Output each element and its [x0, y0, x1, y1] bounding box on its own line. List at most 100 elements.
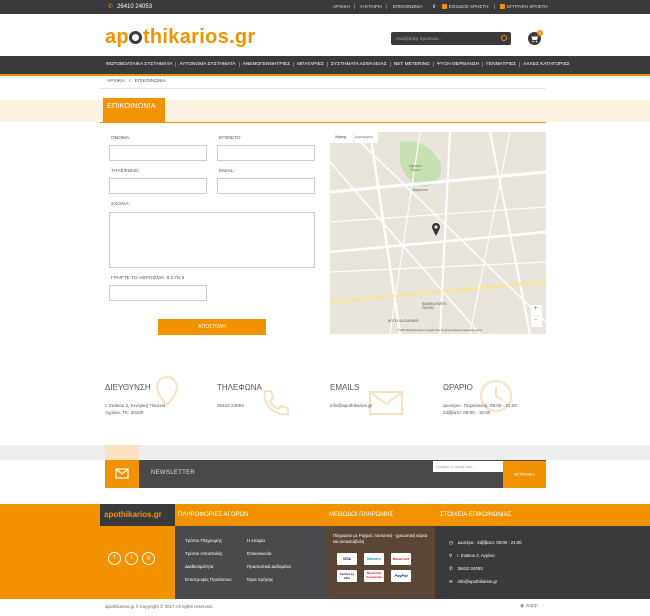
user-icon	[441, 4, 447, 10]
breadcrumb: ΑΡΧΙΚΗ / ΕΠΙΚΟΙΝΩΝΙΑ	[107, 79, 166, 84]
mail-small-icon: ✉	[449, 579, 453, 584]
phone-outline-icon	[263, 390, 289, 416]
map-tab-satellite[interactable]: Δορυφόρος	[355, 135, 373, 139]
visa-card-icon: VISA	[337, 553, 357, 565]
footer-link-privacy[interactable]: Προσωπικά Δεδομένα	[247, 560, 291, 573]
site-logo[interactable]: ap thikarios.gr	[105, 26, 255, 49]
credit-circle-icon: ◉	[520, 603, 525, 609]
title-band	[0, 100, 650, 122]
login-link[interactable]: ΕΙΣΟΔΟΣ ΧΡΗΣΤΗ	[449, 4, 489, 9]
footer-logo[interactable]: apothikarios.gr	[104, 510, 162, 519]
mastercard-icon: MasterCard	[391, 553, 411, 565]
search-input[interactable]: Αναζήτηση προιόντα...	[396, 36, 442, 41]
twitter-icon[interactable]: t	[125, 552, 138, 565]
footer-col-contact: ΣΤΟΙΧΕΙΑ ΕΠΙΚΟΙΝΩΝΙΑΣ ◷ Δευτέρα - Σάββατο…	[435, 504, 650, 599]
pin-small-icon: ⚲	[449, 553, 453, 558]
contact-email[interactable]: info@apothikarios.gr	[330, 402, 372, 409]
email-label: EMAIL:	[219, 169, 235, 174]
footer-payment-title: ΜΕΘΟΔΟΙ ΠΛΗΡΩΜΗΣ	[329, 512, 394, 518]
nav-item-wind[interactable]: ΑΝΕΜΟΓΕΝΝΗΤΡΙΕΣ	[240, 62, 295, 67]
newsletter-icon-box	[105, 460, 139, 488]
nav-item-photovoltaics[interactable]: ΦΩΤΟΒΟΛΤΑΙΚΑ ΣΥΣΤΗΜΑΤΑ	[103, 62, 177, 67]
nav-item-cooling-heating[interactable]: ΨΥΞΗ ΘΕΡΜΑΝΣΗ	[434, 62, 484, 67]
title-underline	[100, 122, 546, 123]
emails-block: EMAILS info@apothikarios.gr	[330, 380, 440, 425]
email-field[interactable]	[217, 178, 315, 194]
newsletter-subscribe-button[interactable]: ΕΓΓΡΑΦΗ	[503, 461, 546, 488]
footer-phone: 26410 24053	[457, 566, 483, 571]
send-button[interactable]: ΑΠΟΣΤΟΛΗ	[158, 319, 266, 335]
divider	[100, 88, 546, 89]
facebook-icon[interactable]: f	[108, 552, 121, 565]
hours-block: ΩΡΑΡΙΟ Δευτέρα - Παρασκευή: 09:00 - 21:0…	[443, 380, 553, 425]
phone-icon: ✆	[108, 4, 114, 10]
footer-link-company[interactable]: Η εταιρία	[247, 534, 291, 547]
footer-link-returns[interactable]: Επιστροφές Προϊόντων	[185, 573, 232, 586]
cart-button[interactable]: 0	[528, 30, 543, 45]
newsletter-email-input[interactable]: Γράψτε το email σας...	[433, 461, 503, 472]
footer-info-title: ΠΛΗΡΟΦΟΡΙΕΣ ΑΓΟΡΩΝ	[178, 512, 249, 518]
zoom-out-button[interactable]: −	[534, 317, 538, 323]
name-field[interactable]	[109, 145, 207, 161]
footer-email[interactable]: info@apothikarios.gr	[458, 579, 497, 584]
footer-link-availability[interactable]: Διαθεσιμότητα	[185, 560, 232, 573]
map-label-hotel: HOTEL ALEXANDER	[388, 319, 419, 323]
footer-col-logo: apothikarios.gr f t ◎	[0, 504, 175, 599]
phone-field[interactable]	[109, 178, 207, 194]
breadcrumb-current: ΕΠΙΚΟΙΝΩΝΙΑ	[134, 79, 166, 84]
newsletter-band	[0, 445, 650, 460]
nav-item-batteries[interactable]: ΜΠΑΤΑΡΙΕΣ	[294, 62, 328, 67]
surname-field[interactable]	[217, 145, 315, 161]
hours-title: ΩΡΑΡΙΟ	[443, 383, 473, 392]
map-label-park: Δημοτικό Πάρκο	[408, 164, 422, 172]
zoom-in-button[interactable]: +	[534, 306, 538, 312]
name-label: ΟΝΟΜΑ:	[111, 136, 131, 141]
nav-item-net-metering[interactable]: NET METERING	[391, 62, 434, 67]
nav-item-other[interactable]: ΑΛΛΕΣ ΚΑΤΗΓΟΡΙΕΣ	[520, 62, 573, 67]
footer-hours: Δευτέρα - Σάββατο: 09:00 - 21:00	[457, 540, 522, 545]
address-block: ΔΙΕΥΘΥΝΣΗ Ι. Σταϊκου 2, Κεντρική Πλατεία…	[105, 375, 215, 425]
comments-textarea[interactable]	[109, 212, 315, 268]
footer-link-payment[interactable]: Τρόποι Πληρωμής	[185, 534, 232, 547]
captcha-label: ΓΡΑΨΤΕ ΤΟ ΑΘΡΟΙΣΜΑ: 8 ΣΥΝ 5	[111, 276, 185, 281]
search-icon[interactable]	[501, 35, 507, 41]
map-tab-map[interactable]: Χάρτης	[335, 135, 346, 139]
newsletter-accent	[105, 445, 139, 460]
footer-link-terms[interactable]: Όροι Χρήσης	[247, 573, 291, 586]
cart-count-badge: 0	[537, 30, 543, 36]
newsletter-label: NEWSLETTER	[151, 470, 196, 476]
instagram-icon[interactable]: ◎	[142, 552, 155, 565]
footer-link-contact[interactable]: Επικοινωνία	[247, 547, 291, 560]
paypal-icon: PayPal	[391, 570, 411, 582]
top-link-company[interactable]: Η ΕΤΑΙΡΙΑ	[360, 4, 382, 9]
nav-item-autonomous[interactable]: ΑΥΤΟΝΟΜΑ ΣΥΣΤΗΜΑΤΑ	[176, 62, 240, 67]
maestro-card-icon: Maestro	[364, 553, 384, 565]
footer-links-col-a: Τρόποι Πληρωμής Τρόποι Αποστολής Διαθεσι…	[185, 534, 232, 586]
breadcrumb-home[interactable]: ΑΡΧΙΚΗ	[107, 79, 125, 84]
nav-item-security[interactable]: ΣΥΣΤΗΜΑΤΑ ΑΣΦΑΛΕΙΑΣ	[328, 62, 391, 67]
securecode-icon: MasterCard SecureCode	[364, 570, 384, 582]
footer-col-payment: ΜΕΘΟΔΟΙ ΠΛΗΡΩΜΗΣ Πληρώστε με Paypal, πισ…	[325, 504, 435, 599]
hours-saturday: Σάββατο: 09:00 - 15:00	[443, 410, 491, 415]
main-nav: ΦΩΤΟΒΟΛΤΑΙΚΑ ΣΥΣΤΗΜΑΤΑ ΑΥΤΟΝΟΜΑ ΣΥΣΤΗΜΑΤ…	[0, 56, 650, 76]
map-label-bavaria: BAVARIA PARTS ΠΑΥΡΑΣ	[422, 302, 447, 310]
top-links: ΑΡΧΙΚΗ | Η ΕΤΑΙΡΙΑ | ΕΠΙΚΟΙΝΩΝΙΑ // ΕΙΣΟΔΟ…	[333, 4, 548, 10]
captcha-field[interactable]	[109, 285, 207, 301]
top-phone: ✆ 26410 24053	[108, 3, 152, 10]
address-line-1: Ι. Σταϊκου 2, Κεντρική Πλατεία	[105, 403, 166, 408]
footer-address: Ι. Σταϊκου 2, Αγρίνιο	[457, 553, 495, 558]
search-box[interactable]: Αναζήτηση προιόντα...	[391, 32, 511, 45]
phone-small-icon: ✆	[449, 566, 453, 571]
comments-label: ΣΧΟΛΙΑ:	[111, 202, 130, 207]
nav-item-generators[interactable]: ΓΕΝΝΗΤΡΙΕΣ	[483, 62, 521, 67]
top-link-contact[interactable]: ΕΠΙΚΟΙΝΩΝΙΑ	[393, 4, 423, 9]
register-link[interactable]: ΕΓΓΡΑΦΗ ΧΡΗΣΤΗ	[507, 4, 547, 9]
verified-by-visa-icon: Verified by VISA	[337, 570, 357, 582]
footer-link-shipping[interactable]: Τρόποι Αποστολής	[185, 547, 232, 560]
google-map[interactable]: Χάρτης Δορυφόρος Δημοτικό Πάρκο Μαρκέτει…	[330, 132, 546, 334]
footer-contact-title: ΣΤΟΙΧΕΙΑ ΕΠΙΚΟΙΝΩΝΙΑΣ	[440, 512, 512, 518]
credit-logo[interactable]: ◉ wapp	[520, 603, 538, 609]
top-link-home[interactable]: ΑΡΧΙΚΗ	[333, 4, 350, 9]
map-label-marketia: Μαρκέτεια	[412, 188, 428, 192]
address-title: ΔΙΕΥΘΥΝΣΗ	[105, 383, 151, 392]
